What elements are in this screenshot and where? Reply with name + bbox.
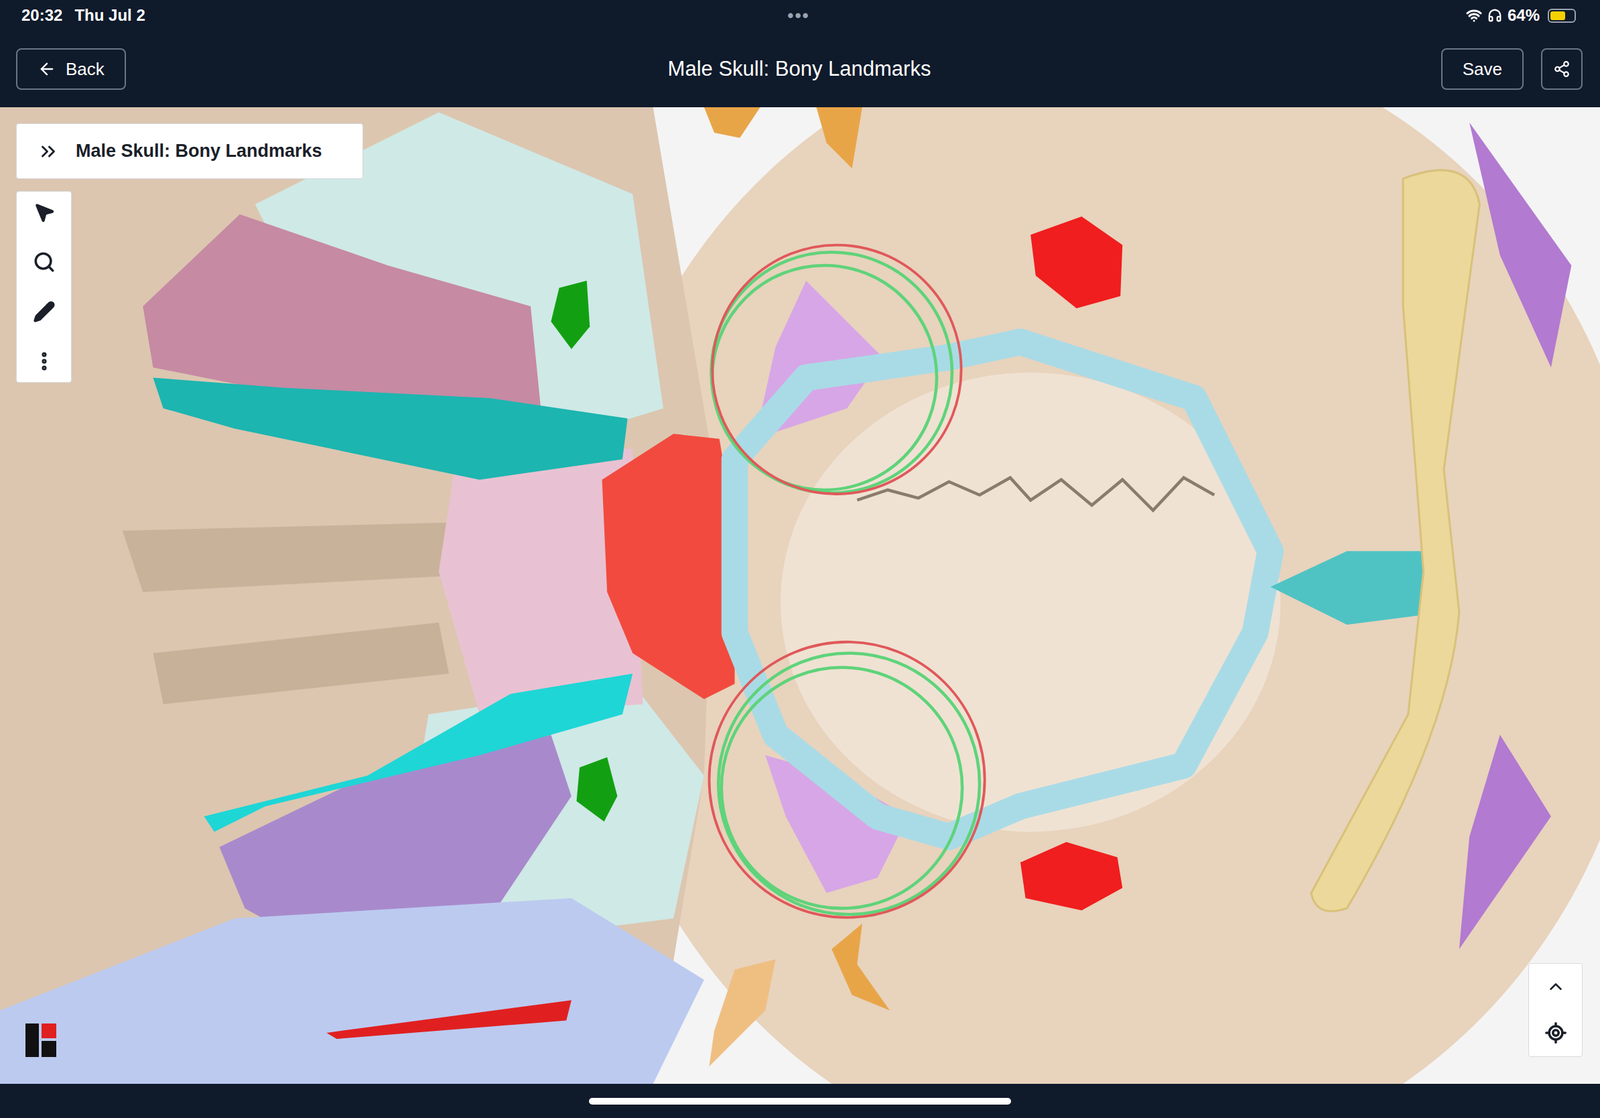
page-title: Male Skull: Bony Landmarks [668,56,932,82]
expand-icon [36,140,60,163]
share-icon [1553,60,1571,78]
wifi-icon [1465,7,1483,24]
chevron-up-icon[interactable] [1545,976,1566,997]
multitask-dots[interactable]: ••• [787,5,810,27]
landmark-hex-upper [1030,216,1123,309]
styloid-process [708,958,776,1066]
annotation-green-lower [718,653,980,915]
teal-line-lower [204,673,634,832]
status-time: 20:32 [21,6,63,25]
home-indicator[interactable] [588,1097,1012,1105]
tool-column [16,190,72,383]
orange-mark-1 [704,107,761,139]
status-bar: 20:32 Thu Jul 2 ••• 64% [0,0,1600,31]
muscle-area-upper [142,214,541,409]
share-button[interactable] [1541,48,1583,90]
skull-edge-purple [1469,122,1572,368]
skull-model[interactable] [0,107,1600,1084]
arrow-left-icon [37,59,57,79]
annotation-green-lower-2 [721,667,963,908]
teal-line-upper [152,377,628,480]
green-mark-upper [550,280,590,350]
pencil-icon[interactable] [32,300,56,323]
skull-base [586,107,1600,1084]
headphones-icon [1487,8,1503,23]
foramen-ring [735,341,1272,837]
green-mark-lower [576,757,618,822]
search-icon[interactable] [32,250,56,274]
locate-icon[interactable] [1544,1021,1568,1044]
landmark-hex-lower [1020,841,1123,910]
red-line [326,999,572,1039]
suture-line [856,477,1215,511]
battery-icon [1547,8,1576,23]
model-title-panel[interactable]: Male Skull: Bony Landmarks [16,123,364,179]
battery-percent: 64% [1507,6,1540,25]
annotation-red-upper [712,245,962,494]
save-button[interactable]: Save [1441,48,1524,90]
model-viewport[interactable]: Male Skull: Bony Landmarks [0,107,1600,1084]
skull-edge-purple-lower [1459,734,1552,949]
basion-marker [602,433,736,699]
orange-mark-2 [816,107,863,169]
annotation-red-lower [708,641,985,918]
pointer-icon[interactable] [32,201,56,224]
view-controls [1528,962,1583,1057]
app-screen: 20:32 Thu Jul 2 ••• 64% Back Male Skull: Bony… [0,0,1600,1118]
vertebrae [0,107,715,1084]
orange-mark-3 [831,923,890,1010]
status-date: Thu Jul 2 [74,6,145,25]
bottom-bar [0,1083,1600,1118]
back-button[interactable]: Back [16,48,126,90]
lower-strip [0,897,705,1084]
nuchal-line [1311,170,1480,912]
model-title: Male Skull: Bony Landmarks [75,140,323,162]
rib-bone-lower [152,622,449,705]
brand-logo [25,1023,57,1057]
nav-bar: Back Male Skull: Bony Landmarks Save [0,30,1600,108]
more-icon[interactable] [32,349,56,373]
